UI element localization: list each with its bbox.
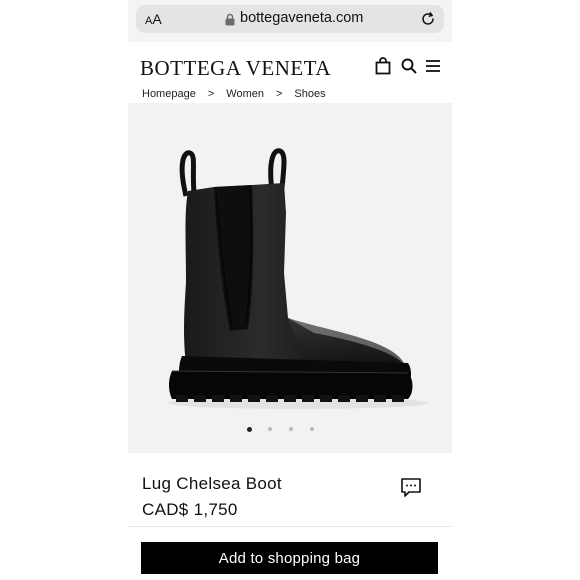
lock-icon bbox=[225, 13, 235, 26]
url-text: bottegaveneta.com bbox=[240, 10, 364, 26]
product-title: Lug Chelsea Boot bbox=[142, 474, 282, 493]
pagination-dot-4[interactable] bbox=[310, 427, 314, 431]
product-price: CAD$ 1,750 bbox=[142, 500, 238, 519]
phone-screen: AA bottegaveneta.com BOTTEGA VENETA Home… bbox=[128, 0, 452, 580]
shopping-bag-icon[interactable] bbox=[374, 57, 392, 75]
text-size-button[interactable]: AA bbox=[145, 11, 162, 27]
breadcrumb-women[interactable]: Women bbox=[226, 88, 264, 100]
pagination-dot-2[interactable] bbox=[268, 427, 272, 431]
product-gallery[interactable] bbox=[128, 103, 452, 453]
add-to-bag-button[interactable]: Add to shopping bag bbox=[141, 542, 438, 574]
breadcrumb-separator: > bbox=[207, 88, 215, 100]
breadcrumb-homepage[interactable]: Homepage bbox=[142, 88, 196, 100]
chat-bubble-icon[interactable] bbox=[400, 476, 422, 498]
site-header: BOTTEGA VENETA bbox=[128, 42, 452, 92]
brand-logo[interactable]: BOTTEGA VENETA bbox=[140, 56, 331, 81]
pagination-dot-3[interactable] bbox=[289, 427, 293, 431]
browser-toolbar: AA bottegaveneta.com bbox=[128, 0, 452, 42]
gallery-pagination bbox=[247, 426, 337, 435]
search-icon[interactable] bbox=[400, 57, 418, 75]
breadcrumb-separator: > bbox=[275, 88, 283, 100]
breadcrumb: Homepage > Women > Shoes bbox=[142, 88, 326, 100]
reload-icon[interactable] bbox=[420, 11, 436, 27]
address-bar[interactable]: AA bottegaveneta.com bbox=[136, 5, 444, 33]
product-image[interactable] bbox=[128, 103, 452, 453]
menu-icon[interactable] bbox=[424, 57, 442, 75]
divider bbox=[128, 526, 452, 527]
pagination-dot-1[interactable] bbox=[247, 426, 252, 432]
breadcrumb-shoes[interactable]: Shoes bbox=[294, 88, 325, 100]
